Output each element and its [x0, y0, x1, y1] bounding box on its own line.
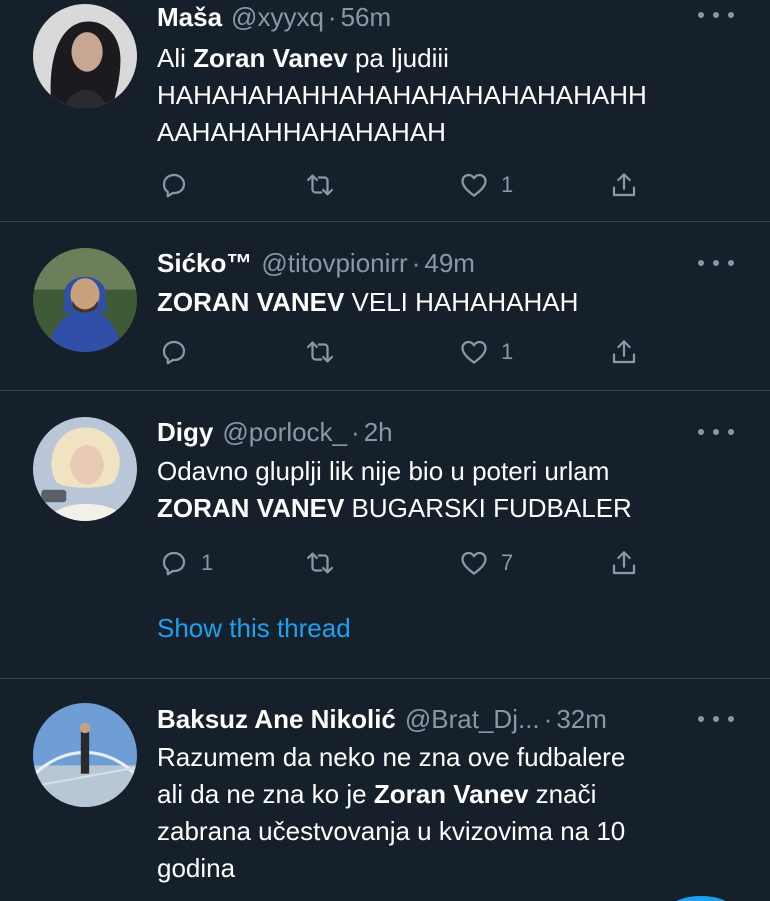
- more-icon[interactable]: [698, 5, 734, 25]
- user-handle[interactable]: @xyyxq: [231, 2, 324, 33]
- reply-icon: [162, 551, 186, 576]
- timestamp[interactable]: 32m: [556, 704, 607, 735]
- tweet-text-bold: Zoran Vanev: [373, 779, 529, 809]
- avatar-image: [33, 417, 137, 521]
- retweet-button[interactable]: [305, 546, 347, 580]
- avatar-image: [33, 703, 137, 807]
- retweet-button[interactable]: [305, 335, 347, 369]
- avatar[interactable]: [33, 248, 137, 352]
- timestamp[interactable]: 56m: [341, 2, 392, 33]
- tweet-header: Baksuz Ane Nikolić @Brat_Dj... · 32m: [157, 702, 730, 736]
- share-icon: [612, 551, 636, 575]
- tweet-header: Digy @porlock_ · 2h: [157, 415, 730, 449]
- like-button[interactable]: 7: [459, 546, 513, 580]
- display-name[interactable]: Sićko™: [157, 248, 252, 279]
- heart-icon: [461, 340, 487, 364]
- tweet-header: Sićko™ @titovpionirr · 49m: [157, 246, 730, 280]
- share-button[interactable]: [609, 335, 639, 369]
- tweet-text-bold: ZORAN VANEV: [157, 287, 345, 317]
- retweet-button[interactable]: [305, 168, 347, 202]
- tweet-text-part: Odavno gluplji lik nije bio u poteri url…: [157, 456, 610, 486]
- user-handle[interactable]: @Brat_Dj...: [405, 704, 540, 735]
- tweet-sicko[interactable]: Sićko™ @titovpionirr · 49m ZORAN VANEV V…: [0, 222, 770, 391]
- heart-icon: [461, 173, 487, 197]
- tweet-text: Ali Zoran Vanev pa ljudiii HAHAHAHAHHAHA…: [157, 40, 750, 151]
- like-button[interactable]: 1: [459, 335, 513, 369]
- separator-dot: ·: [543, 703, 553, 734]
- like-button[interactable]: 1: [459, 168, 513, 202]
- tweet-text: ZORAN VANEV VELI HAHAHAHAH: [157, 284, 750, 321]
- tweet-text-part: BUGARSKI FUDBALER: [344, 493, 632, 523]
- like-count: 1: [501, 172, 514, 197]
- tweet-text-part: Ali: [157, 43, 194, 73]
- avatar-image: [33, 4, 137, 108]
- share-button[interactable]: [609, 168, 639, 202]
- user-handle[interactable]: @titovpionirr: [261, 248, 407, 279]
- separator-dot: ·: [411, 247, 421, 278]
- tweet-header: Maša @xyyxq · 56m: [157, 0, 730, 34]
- avatar[interactable]: [33, 417, 137, 521]
- display-name[interactable]: Baksuz Ane Nikolić: [157, 704, 396, 735]
- tweet-masa[interactable]: Maša @xyyxq · 56m Ali Zoran Vanev pa lju…: [0, 0, 770, 222]
- avatar[interactable]: [33, 4, 137, 108]
- tweet-baksuz[interactable]: Baksuz Ane Nikolić @Brat_Dj... · 32m Raz…: [0, 679, 770, 901]
- avatar-image: [33, 248, 137, 352]
- reply-icon: [162, 340, 186, 365]
- show-thread-link[interactable]: Show this thread: [157, 613, 351, 644]
- retweet-icon: [307, 552, 333, 574]
- tweet-digy[interactable]: Digy @porlock_ · 2h Odavno gluplji lik n…: [0, 391, 770, 679]
- display-name[interactable]: Digy: [157, 417, 213, 448]
- reply-button[interactable]: 1: [159, 546, 213, 580]
- tweet-text: Odavno gluplji lik nije bio u poteri url…: [157, 453, 750, 527]
- reply-count: 1: [201, 550, 214, 575]
- tweet-actions: 1: [157, 335, 647, 369]
- tweet-actions: 1: [157, 168, 647, 202]
- share-icon: [612, 173, 636, 197]
- like-count: 1: [501, 339, 514, 364]
- more-icon[interactable]: [698, 709, 734, 729]
- reply-button[interactable]: [159, 335, 201, 369]
- more-icon[interactable]: [698, 422, 734, 442]
- share-icon: [612, 340, 636, 364]
- tweet-actions: 1 7: [157, 546, 647, 580]
- tweet-text-bold: ZORAN VANEV: [157, 493, 345, 523]
- user-handle[interactable]: @porlock_: [222, 417, 347, 448]
- share-button[interactable]: [609, 546, 639, 580]
- retweet-icon: [307, 341, 333, 363]
- timestamp[interactable]: 2h: [364, 417, 393, 448]
- avatar[interactable]: [33, 703, 137, 807]
- tweet-text: Razumem da neko ne zna ove fudbalere ali…: [157, 739, 750, 887]
- more-icon[interactable]: [698, 253, 734, 273]
- reply-button[interactable]: [159, 168, 201, 202]
- like-count: 7: [501, 550, 514, 575]
- tweet-text-bold: Zoran Vanev: [193, 43, 348, 73]
- separator-dot: ·: [351, 416, 360, 447]
- display-name[interactable]: Maša: [157, 2, 222, 33]
- retweet-icon: [307, 174, 333, 196]
- tweet-text-part: VELI HAHAHAHAH: [344, 287, 579, 317]
- heart-icon: [461, 551, 487, 575]
- separator-dot: ·: [327, 1, 337, 32]
- timestamp[interactable]: 49m: [424, 248, 475, 279]
- reply-icon: [162, 173, 186, 198]
